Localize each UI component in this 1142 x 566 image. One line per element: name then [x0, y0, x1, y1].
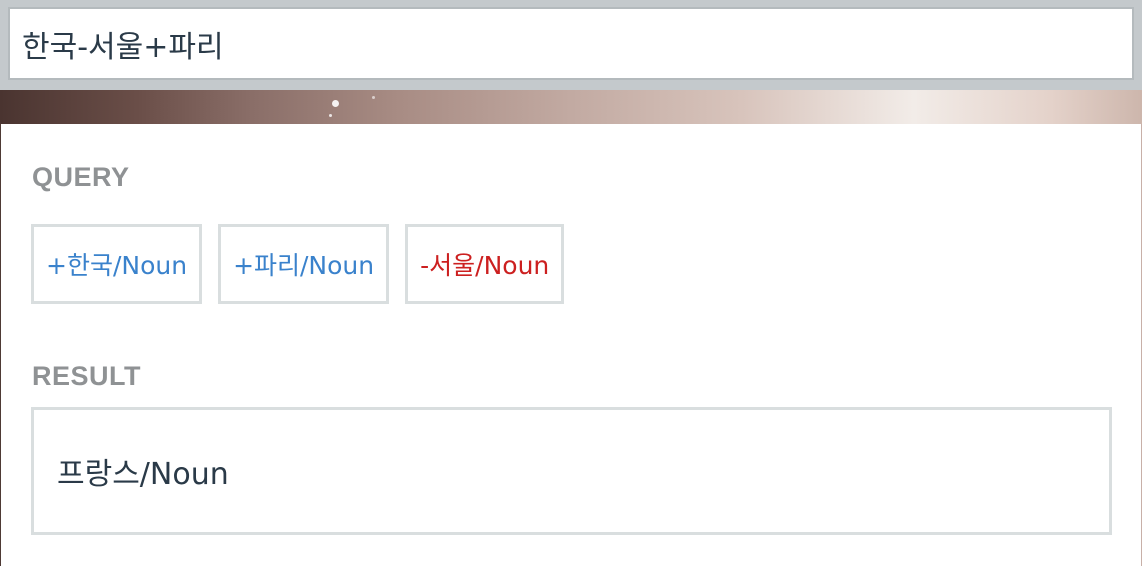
background-photo-strip — [0, 90, 1142, 124]
result-box: 프랑스/Noun — [31, 407, 1112, 535]
analogy-panel: QUERY +한국/Noun +파리/Noun -서울/Noun RESULT … — [1, 124, 1141, 566]
result-section-label: RESULT — [32, 361, 141, 391]
search-input[interactable] — [8, 7, 1134, 80]
search-bar — [0, 0, 1142, 90]
query-tag[interactable]: +한국/Noun — [31, 224, 203, 304]
result-item: 프랑스/Noun — [57, 457, 229, 492]
sparkle-decoration — [332, 100, 339, 107]
sparkle-decoration — [329, 114, 332, 117]
query-tag[interactable]: +파리/Noun — [218, 224, 390, 304]
sparkle-decoration — [372, 96, 375, 99]
query-tag[interactable]: -서울/Noun — [405, 224, 565, 304]
query-tag-list: +한국/Noun +파리/Noun -서울/Noun — [31, 224, 565, 304]
query-section-label: QUERY — [32, 162, 130, 192]
